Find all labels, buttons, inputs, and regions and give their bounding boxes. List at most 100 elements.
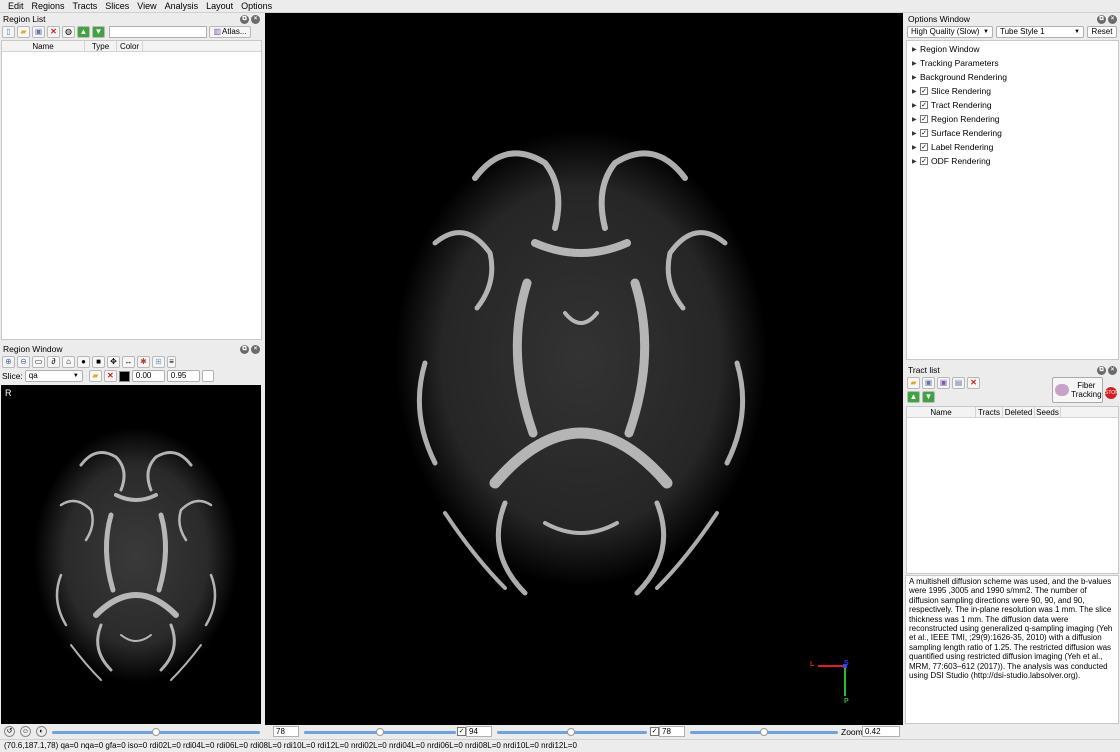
zoom-spinbox[interactable]: 0.42 bbox=[862, 726, 900, 737]
stop-icon[interactable]: STOP bbox=[1105, 387, 1119, 399]
options-tree-item[interactable]: ▶ ✓ Region Rendering bbox=[907, 112, 1118, 126]
expand-arrow-icon[interactable]: ▶ bbox=[912, 46, 920, 53]
options-tree-item[interactable]: ▶ ✓ Slice Rendering bbox=[907, 84, 1118, 98]
col-color[interactable]: Color bbox=[117, 41, 143, 51]
new-region-icon[interactable]: ▯ bbox=[2, 26, 15, 38]
open-folder-icon[interactable]: ▰ bbox=[907, 377, 920, 389]
coronal-checkbox[interactable]: ✓ bbox=[650, 727, 659, 736]
menu-view[interactable]: View bbox=[133, 0, 160, 13]
sagittal-checkbox[interactable]: ✓ bbox=[457, 727, 466, 736]
options-tree-item[interactable]: ▶ ✓ Surface Rendering bbox=[907, 126, 1118, 140]
save-icon[interactable]: ▣ bbox=[922, 377, 935, 389]
delete-icon[interactable]: ✕ bbox=[103, 370, 117, 382]
move-up-icon[interactable]: ▲ bbox=[77, 26, 90, 38]
zoom-in-icon[interactable]: ⊕ bbox=[2, 356, 15, 368]
options-item-checkbox[interactable]: ✓ bbox=[920, 115, 928, 123]
expand-arrow-icon[interactable]: ▶ bbox=[912, 116, 920, 123]
reset-button[interactable]: Reset bbox=[1087, 26, 1117, 38]
col-type[interactable]: Type bbox=[85, 41, 117, 51]
polygon-tool-icon[interactable]: ⌂ bbox=[62, 356, 75, 368]
menu-analysis[interactable]: Analysis bbox=[161, 0, 203, 13]
grid-tool-icon[interactable]: ⊞ bbox=[152, 356, 165, 368]
tract-table[interactable]: Name Tracts Deleted Seeds bbox=[906, 406, 1119, 574]
col-seeds[interactable]: Seeds bbox=[1035, 407, 1061, 417]
circle-tool-icon[interactable]: ● bbox=[77, 356, 90, 368]
options-item-checkbox[interactable]: ✓ bbox=[920, 129, 928, 137]
col-deleted[interactable]: Deleted bbox=[1003, 407, 1035, 417]
coronal-spinbox[interactable]: 94 bbox=[466, 726, 492, 737]
options-item-checkbox[interactable]: ✓ bbox=[920, 157, 928, 165]
brain-icon[interactable]: ◍ bbox=[62, 26, 75, 38]
menu-regions[interactable]: Regions bbox=[28, 0, 69, 13]
float-icon[interactable]: ⧉ bbox=[240, 344, 249, 354]
brain-side-icon[interactable]: ◐ bbox=[36, 726, 47, 737]
ruler-tool-icon[interactable]: ↔ bbox=[122, 356, 135, 368]
min-contrast-spinbox[interactable]: 0.00 bbox=[131, 370, 165, 382]
brain-view-icon[interactable]: ☺ bbox=[20, 726, 31, 737]
open-folder-icon[interactable]: ▰ bbox=[88, 370, 102, 382]
options-tree-item[interactable]: ▶ ✓ Tract Rendering bbox=[907, 98, 1118, 112]
sagittal-spinbox[interactable]: 78 bbox=[273, 726, 299, 737]
menu-edit[interactable]: Edit bbox=[4, 0, 28, 13]
move-up-icon[interactable]: ▲ bbox=[907, 391, 920, 403]
fiber-tracking-button[interactable]: Fiber Tracking bbox=[1052, 377, 1103, 403]
options-item-checkbox[interactable]: ✓ bbox=[920, 87, 928, 95]
float-icon[interactable]: ⧉ bbox=[1097, 14, 1106, 24]
region-table[interactable]: Name Type Color bbox=[1, 40, 262, 340]
options-item-checkbox[interactable]: ✓ bbox=[920, 101, 928, 109]
expand-arrow-icon[interactable]: ▶ bbox=[912, 158, 920, 165]
move-down-icon[interactable]: ▼ bbox=[922, 391, 935, 403]
options-item-checkbox[interactable]: ✓ bbox=[920, 143, 928, 151]
square-tool-icon[interactable]: ■ bbox=[92, 356, 105, 368]
close-icon[interactable]: × bbox=[1108, 365, 1117, 375]
save-icon[interactable]: ▣ bbox=[32, 26, 45, 38]
region-search-input[interactable] bbox=[109, 26, 207, 38]
float-icon[interactable]: ⧉ bbox=[240, 14, 249, 24]
expand-arrow-icon[interactable]: ▶ bbox=[912, 144, 920, 151]
freehand-tool-icon[interactable]: ∂ bbox=[47, 356, 60, 368]
tube-style-select[interactable]: Tube Style 1 ▼ bbox=[996, 26, 1084, 38]
save-as-icon[interactable]: ▤ bbox=[952, 377, 965, 389]
menu-layout[interactable]: Layout bbox=[202, 0, 237, 13]
atlas-button[interactable]: ▥ Atlas... bbox=[209, 26, 251, 38]
save-all-icon[interactable]: ▣ bbox=[937, 377, 950, 389]
menu-tracts[interactable]: Tracts bbox=[69, 0, 102, 13]
expand-arrow-icon[interactable]: ▶ bbox=[912, 102, 920, 109]
fiber-tool-icon[interactable]: ✱ bbox=[137, 356, 150, 368]
options-tree-item[interactable]: ▶ Region Window bbox=[907, 42, 1118, 56]
float-icon[interactable]: ⧉ bbox=[1097, 365, 1106, 375]
close-icon[interactable]: × bbox=[251, 344, 260, 354]
options-tree-item[interactable]: ▶ Tracking Parameters bbox=[907, 56, 1118, 70]
menu-options[interactable]: Options bbox=[237, 0, 276, 13]
open-folder-icon[interactable]: ▰ bbox=[17, 26, 30, 38]
region-brain-view[interactable]: R bbox=[1, 385, 261, 724]
max-contrast-spinbox[interactable]: 0.95 bbox=[166, 370, 200, 382]
col-name[interactable]: Name bbox=[2, 41, 85, 51]
close-icon[interactable]: × bbox=[1108, 14, 1117, 24]
options-tree-item[interactable]: ▶ ✓ ODF Rendering bbox=[907, 154, 1118, 168]
expand-arrow-icon[interactable]: ▶ bbox=[912, 88, 920, 95]
col-name[interactable]: Name bbox=[907, 407, 976, 417]
extra-spinbox[interactable] bbox=[201, 370, 214, 382]
close-icon[interactable]: × bbox=[251, 14, 260, 24]
rectangle-tool-icon[interactable]: ▭ bbox=[32, 356, 45, 368]
menu-slices[interactable]: Slices bbox=[101, 0, 133, 13]
main-3d-view[interactable]: L S P bbox=[265, 13, 903, 725]
expand-arrow-icon[interactable]: ▶ bbox=[912, 74, 920, 81]
expand-arrow-icon[interactable]: ▶ bbox=[912, 60, 920, 67]
move-down-icon[interactable]: ▼ bbox=[92, 26, 105, 38]
reset-view-icon[interactable]: ↺ bbox=[4, 726, 15, 737]
zoom-out-icon[interactable]: ⊖ bbox=[17, 356, 30, 368]
delete-icon[interactable]: ✕ bbox=[967, 377, 980, 389]
resolution-tool-icon[interactable]: ≡ bbox=[167, 356, 176, 368]
options-tree-item[interactable]: ▶ Background Rendering bbox=[907, 70, 1118, 84]
axial-spinbox[interactable]: 78 bbox=[659, 726, 685, 737]
color-swatch[interactable] bbox=[118, 370, 130, 382]
move-tool-icon[interactable]: ✥ bbox=[107, 356, 120, 368]
options-tree-item[interactable]: ▶ ✓ Label Rendering bbox=[907, 140, 1118, 154]
col-tracts[interactable]: Tracts bbox=[976, 407, 1003, 417]
expand-arrow-icon[interactable]: ▶ bbox=[912, 130, 920, 137]
slice-select[interactable]: qa ▼ bbox=[24, 370, 83, 382]
quality-select[interactable]: High Quality (Slow) ▼ bbox=[907, 26, 993, 38]
delete-icon[interactable]: ✕ bbox=[47, 26, 60, 38]
